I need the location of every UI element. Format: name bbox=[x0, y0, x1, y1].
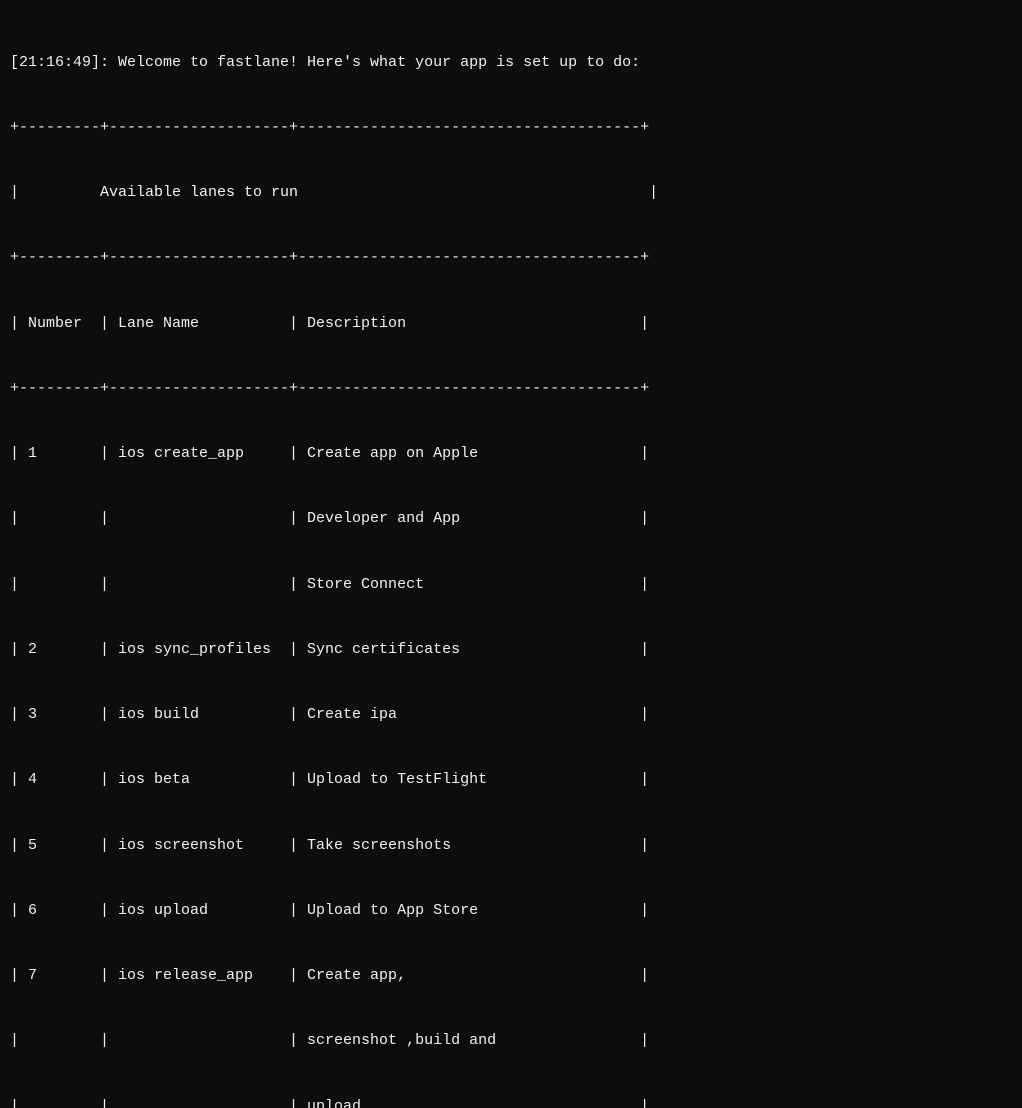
row-2-line-1: | 2 | ios sync_profiles | Sync certifica… bbox=[10, 639, 1012, 661]
row-3-line-1: | 3 | ios build | Create ipa | bbox=[10, 704, 1012, 726]
row-7-line-1: | 7 | ios release_app | Create app, | bbox=[10, 965, 1012, 987]
col-headers: | Number | Lane Name | Description | bbox=[10, 313, 1012, 335]
col-border: +---------+--------------------+--------… bbox=[10, 378, 1012, 400]
title-row: | Available lanes to run | bbox=[10, 182, 1012, 204]
top-border: +---------+--------------------+--------… bbox=[10, 117, 1012, 139]
header-border: +---------+--------------------+--------… bbox=[10, 247, 1012, 269]
row-7-line-2: | | | screenshot ,build and | bbox=[10, 1030, 1012, 1052]
row-4-line-1: | 4 | ios beta | Upload to TestFlight | bbox=[10, 769, 1012, 791]
row-1-line-3: | | | Store Connect | bbox=[10, 574, 1012, 596]
row-1-line-2: | | | Developer and App | bbox=[10, 508, 1012, 530]
row-6-line-1: | 6 | ios upload | Upload to App Store | bbox=[10, 900, 1012, 922]
row-1-line-1: | 1 | ios create_app | Create app on App… bbox=[10, 443, 1012, 465]
row-7-line-3: | | | upload | bbox=[10, 1096, 1012, 1108]
terminal-output: [21:16:49]: Welcome to fastlane! Here's … bbox=[10, 8, 1012, 1108]
row-5-line-1: | 5 | ios screenshot | Take screenshots … bbox=[10, 835, 1012, 857]
header-line: [21:16:49]: Welcome to fastlane! Here's … bbox=[10, 52, 1012, 74]
